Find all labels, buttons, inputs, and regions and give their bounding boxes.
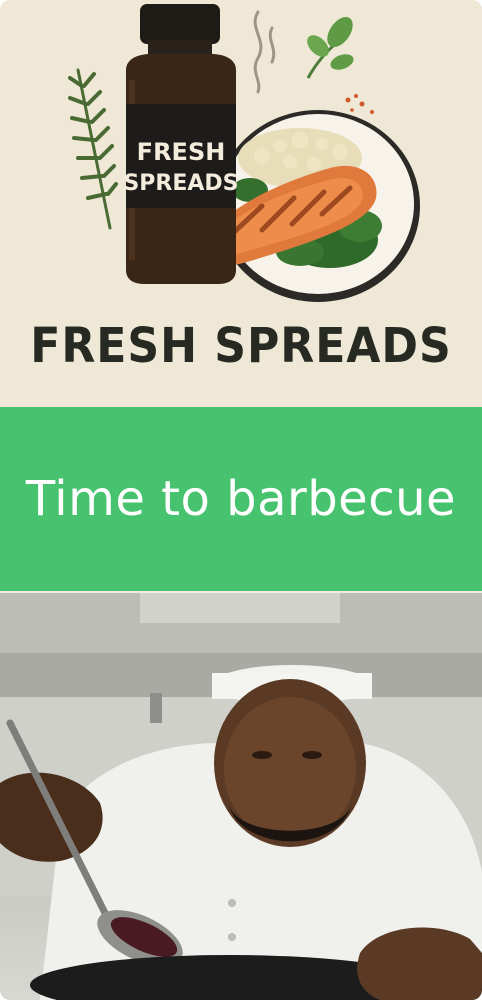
- bottle-label-line1: FRESH: [137, 138, 226, 166]
- bottle-label-line2: SPREADS: [123, 171, 238, 196]
- sauce-bottle: FRESH SPREADS: [123, 4, 239, 284]
- spice-dots: [345, 94, 374, 114]
- product-illustration: FRESH SPREADS FRESH SPREADS: [0, 0, 482, 407]
- steam-icon: [253, 10, 276, 94]
- chef-photo: [0, 593, 482, 1000]
- promo-banner[interactable]: Time to barbecue: [0, 407, 482, 591]
- basil-icon: [306, 16, 354, 79]
- banner-text: Time to barbecue: [25, 471, 457, 527]
- rosemary-icon: [68, 68, 118, 230]
- brand-title: FRESH SPREADS: [30, 318, 452, 374]
- chef-photo-art: [0, 593, 482, 1000]
- ad-card[interactable]: FRESH SPREADS FRESH SPREADS Time to barb…: [0, 0, 482, 1000]
